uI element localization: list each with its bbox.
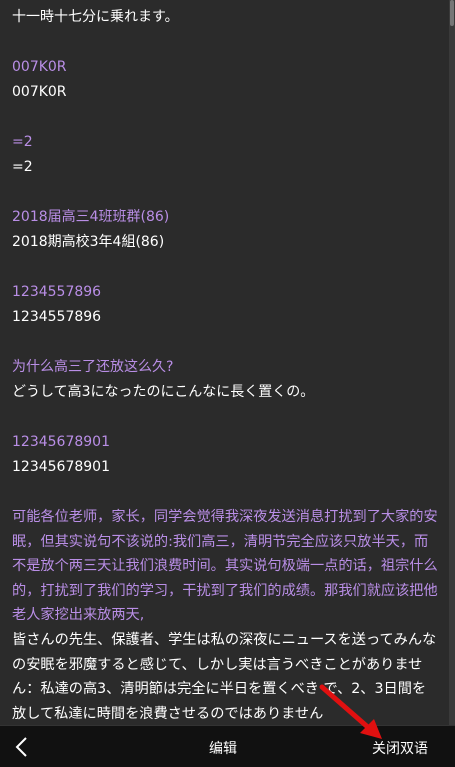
translation-text-1: 007K0R [12, 84, 67, 100]
translation-text-4: 1234557896 [12, 309, 102, 325]
back-button[interactable] [10, 734, 36, 760]
original-text-1: 007K0R [12, 59, 67, 75]
original-text-5: 为什么高三了还放这么久? [12, 359, 174, 375]
scrollbar-thumb[interactable] [450, 0, 454, 26]
original-text-6: 12345678901 [12, 434, 110, 450]
edit-button[interactable]: 编辑 [209, 738, 237, 758]
chevron-left-icon [15, 737, 27, 757]
original-text-4: 1234557896 [12, 284, 102, 300]
translation-text-6: 12345678901 [12, 459, 110, 475]
translation-text-5: どうして高3になったのにこんなに長く置くの。 [12, 384, 315, 400]
original-paragraph: 可能各位老师，家长，同学会觉得我深夜发送消息打扰到了大家的安眠，但其实说句不该说… [12, 509, 438, 624]
close-bilingual-button[interactable]: 关闭双语 [372, 738, 428, 758]
original-text-2: =2 [12, 134, 33, 150]
translation-text-3: 2018期高校3年4組(86) [12, 234, 165, 250]
top-line: 十一時十七分に乗れます。 [12, 9, 179, 25]
bottom-toolbar: 编辑 关闭双语 [0, 725, 455, 767]
scrollbar[interactable] [449, 0, 455, 725]
translation-text-2: =2 [12, 159, 33, 175]
original-text-3: 2018届高三4班班群(86) [12, 209, 170, 225]
message-content: 十一時十七分に乗れます。 007K0R 007K0R =2 =2 2018届高三… [0, 0, 443, 725]
translation-paragraph: 皆さんの先生、保護者、学生は私の深夜にニュースを送ってみんなの安眠を邪魔すると感… [12, 631, 437, 722]
